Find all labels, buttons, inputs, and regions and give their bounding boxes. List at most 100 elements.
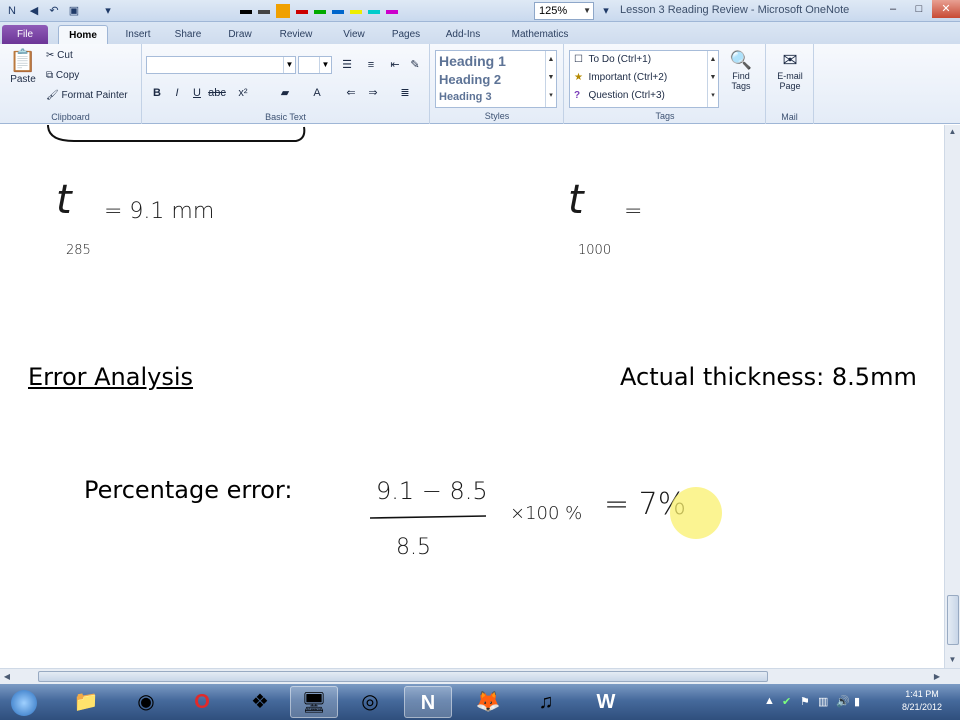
tab-view[interactable]: View bbox=[336, 25, 372, 44]
chevron-down-icon: ▼ bbox=[319, 57, 331, 73]
fraction-numerator: 9.1 − 8.5 bbox=[376, 477, 488, 505]
opera-icon[interactable]: O bbox=[178, 686, 226, 718]
tab-review[interactable]: Review bbox=[272, 25, 320, 44]
tab-share[interactable]: Share bbox=[168, 25, 208, 44]
tag-question[interactable]: ? Question (Ctrl+3) bbox=[574, 90, 665, 101]
undo-icon[interactable]: ↶ bbox=[46, 3, 62, 19]
clipboard-label: Clipboard bbox=[51, 112, 90, 122]
styles-gallery[interactable]: Heading 1 Heading 2 Heading 3 ▲ ▼ ▾ bbox=[435, 50, 557, 108]
media-icon[interactable]: ◎ bbox=[346, 686, 394, 718]
tab-add-ins[interactable]: Add-Ins bbox=[438, 25, 488, 44]
tags-scroll[interactable]: ▲ ▼ ▾ bbox=[707, 51, 718, 107]
close-button[interactable]: ✕ bbox=[932, 0, 960, 18]
bullets-icon[interactable]: ☰ bbox=[338, 56, 356, 74]
window-title: Lesson 3 Reading Review - Microsoft OneN… bbox=[620, 4, 850, 16]
email-page-button[interactable]: ✉ E-mail Page bbox=[772, 50, 808, 91]
maximize-button[interactable]: □ bbox=[906, 0, 932, 18]
vertical-scrollbar[interactable]: ▲ ▼ bbox=[944, 125, 960, 668]
ink-bracket bbox=[47, 125, 306, 142]
tray-network-icon[interactable]: ▥ bbox=[818, 695, 828, 708]
tab-insert[interactable]: Insert bbox=[118, 25, 158, 44]
horizontal-scrollbar[interactable]: ◀ ▶ bbox=[0, 668, 960, 684]
note-page[interactable]: t 285 = 9.1 mm t 1000 = Error Analysis A… bbox=[0, 125, 944, 668]
font-name-combo[interactable]: ▼ bbox=[146, 56, 296, 74]
word-icon[interactable]: W bbox=[582, 686, 630, 718]
tag-to-do[interactable]: ☐ To Do (Ctrl+1) bbox=[574, 54, 651, 65]
chevron-down-icon: ▼ bbox=[283, 57, 295, 73]
styles-scroll[interactable]: ▲ ▼ ▾ bbox=[545, 51, 556, 107]
align-right-icon[interactable]: ⇒ bbox=[364, 84, 382, 102]
vertical-scroll-thumb[interactable] bbox=[947, 595, 959, 645]
tray-expand-icon[interactable]: ▲ bbox=[764, 695, 775, 707]
subscript-icon[interactable]: x² bbox=[234, 84, 252, 102]
italic-icon[interactable]: I bbox=[168, 84, 186, 102]
tray-volume-icon[interactable]: 🔊 bbox=[836, 695, 850, 708]
star-icon: ★ bbox=[574, 72, 583, 83]
onenote-app-icon[interactable]: N bbox=[4, 3, 20, 19]
scroll-right-icon[interactable]: ▶ bbox=[930, 669, 944, 684]
minimize-button[interactable]: – bbox=[880, 0, 906, 18]
paste-button[interactable]: 📋 Paste bbox=[8, 48, 38, 85]
bold-icon[interactable]: B bbox=[148, 84, 166, 102]
outdent-icon[interactable]: ⇤ bbox=[386, 56, 404, 74]
paragraph-align-icon[interactable]: ≣ bbox=[396, 84, 414, 102]
eq2-equals: = bbox=[624, 199, 643, 224]
highlight-icon[interactable]: ▰ bbox=[276, 84, 294, 102]
tray-battery-icon[interactable]: ▮ bbox=[854, 695, 860, 708]
eq1-subscript: 285 bbox=[66, 243, 91, 258]
itunes-icon[interactable]: ♫ bbox=[522, 686, 570, 718]
fraction-bar bbox=[369, 515, 487, 519]
tab-draw[interactable]: Draw bbox=[220, 25, 260, 44]
pen-toolbar[interactable] bbox=[240, 3, 440, 19]
copy-button[interactable]: ⧉ Copy bbox=[46, 70, 79, 81]
dock-icon[interactable]: ▣ bbox=[66, 3, 82, 19]
horizontal-scroll-thumb[interactable] bbox=[38, 671, 768, 682]
chrome-icon[interactable]: ◉ bbox=[122, 686, 170, 718]
onenote-taskbar-icon[interactable]: N bbox=[404, 686, 452, 718]
firefox-icon[interactable]: 🦊 bbox=[464, 686, 512, 718]
tags-gallery[interactable]: ☐ To Do (Ctrl+1) ★ Important (Ctrl+2) ? … bbox=[569, 50, 719, 108]
font-size-combo[interactable]: ▼ bbox=[298, 56, 332, 74]
scroll-down-icon[interactable]: ▼ bbox=[945, 653, 960, 667]
font-color-icon[interactable]: A bbox=[308, 84, 326, 102]
align-left-icon[interactable]: ⇐ bbox=[342, 84, 360, 102]
screen-recorder-icon[interactable]: 🖥 bbox=[290, 686, 338, 718]
scroll-up-icon[interactable]: ▲ bbox=[945, 125, 960, 139]
zoom-selector[interactable]: 125% ▼ bbox=[534, 2, 594, 20]
find-tags-button[interactable]: 🔍 Find Tags bbox=[726, 50, 756, 91]
clear-format-icon[interactable]: ✎ bbox=[406, 56, 424, 74]
tab-pages[interactable]: Pages bbox=[386, 25, 426, 44]
start-button[interactable] bbox=[2, 686, 46, 718]
tag-important[interactable]: ★ Important (Ctrl+2) bbox=[574, 72, 667, 83]
title-bar: N ◀ ↶ ▣ ▾ 125% ▼ ▾ Lesson 3 Reading Revie… bbox=[0, 0, 960, 22]
cursor-highlight bbox=[670, 487, 722, 539]
underline-icon[interactable]: U bbox=[188, 84, 206, 102]
format-painter-button[interactable]: 🖌 Format Painter bbox=[46, 90, 128, 101]
tab-mathematics[interactable]: Mathematics bbox=[500, 25, 580, 44]
brush-icon: 🖌 bbox=[46, 90, 59, 101]
style-heading-3[interactable]: Heading 3 bbox=[439, 91, 492, 103]
tray-check-icon[interactable]: ✔ bbox=[782, 695, 791, 708]
mail-label: Mail bbox=[781, 112, 798, 122]
eq1-variable: t bbox=[56, 177, 72, 223]
explorer-icon[interactable]: 📁 bbox=[62, 686, 110, 718]
dropbox-icon[interactable]: ❖ bbox=[236, 686, 284, 718]
email-icon: ✉ bbox=[782, 50, 798, 70]
basic-text-group: ▼ ▼ ☰ ≡ ⇤ ✎ B I U abc x² ▰ A ⇐ ⇒ ≣ Basic… bbox=[142, 44, 430, 124]
tray-flag-icon[interactable]: ⚑ bbox=[800, 695, 810, 708]
clipboard-icon: 📋 bbox=[9, 48, 37, 73]
style-heading-1[interactable]: Heading 1 bbox=[439, 53, 506, 69]
scroll-left-icon[interactable]: ◀ bbox=[0, 669, 14, 684]
cut-button[interactable]: ✂ Cut bbox=[46, 50, 73, 61]
system-clock[interactable]: 1:41 PM 8/21/2012 bbox=[902, 688, 942, 714]
clock-time: 1:41 PM bbox=[905, 689, 939, 699]
style-heading-2[interactable]: Heading 2 bbox=[439, 72, 501, 87]
strikethrough-icon[interactable]: abc bbox=[208, 84, 226, 102]
mail-group: ✉ E-mail Page Mail bbox=[766, 44, 814, 124]
back-icon[interactable]: ◀ bbox=[26, 3, 42, 19]
tab-home[interactable]: Home bbox=[58, 25, 108, 44]
tab-file[interactable]: File bbox=[2, 25, 48, 44]
dropdown-icon[interactable]: ▾ bbox=[598, 3, 614, 19]
numbering-icon[interactable]: ≡ bbox=[362, 56, 380, 74]
customize-toolbar-icon[interactable]: ▾ bbox=[100, 3, 116, 19]
